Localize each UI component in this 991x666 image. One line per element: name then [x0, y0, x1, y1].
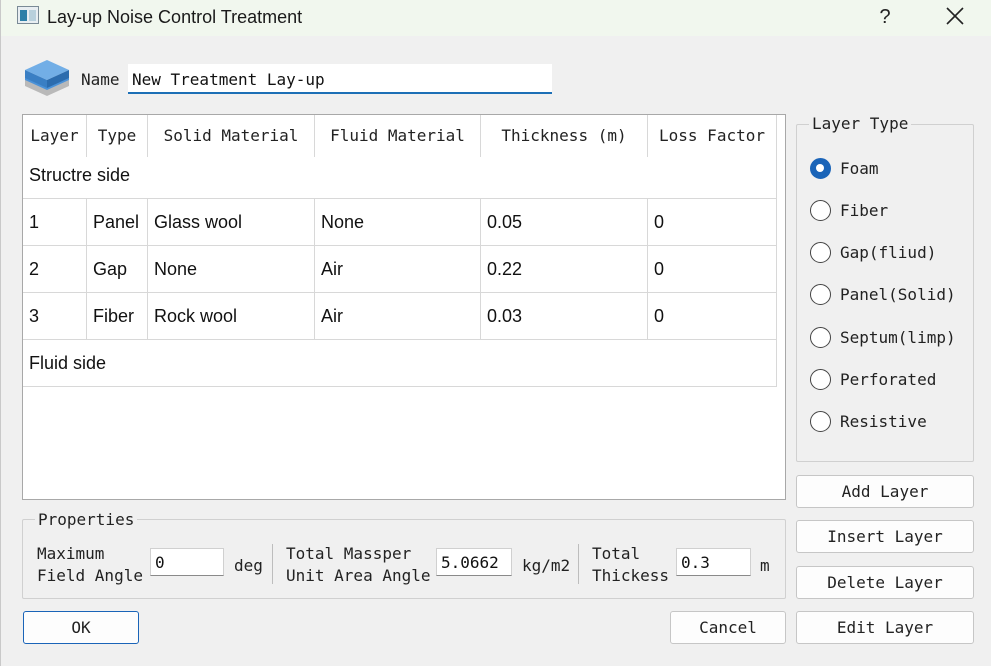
mass-label-line2: Unit Area Angle	[286, 566, 431, 585]
cell-solid-material: None	[148, 246, 315, 292]
help-button[interactable]: ?	[873, 4, 897, 30]
radio-unchecked-icon[interactable]	[810, 369, 831, 390]
header-thickness[interactable]: Thickness (m)	[481, 115, 648, 157]
cell-fluid-material: None	[315, 199, 481, 245]
window-title: Lay-up Noise Control Treatment	[47, 7, 303, 27]
table-row[interactable]: 3 Fiber Rock wool Air 0.03 0	[23, 293, 777, 340]
cell-solid-material: Rock wool	[148, 293, 315, 339]
radio-unchecked-icon[interactable]	[810, 200, 831, 221]
name-label: Name	[81, 70, 120, 89]
cell-fluid-material: Air	[315, 246, 481, 292]
properties-title: Properties	[35, 510, 138, 529]
max-angle-label-line2: Field Angle	[37, 566, 143, 585]
cell-layer: 3	[23, 293, 87, 339]
header-loss-factor[interactable]: Loss Factor	[648, 115, 777, 157]
cell-thickness: 0.05	[481, 199, 648, 245]
radio-unchecked-icon[interactable]	[810, 327, 831, 348]
thickness-label-line1: Total	[592, 544, 641, 563]
fluid-side-label: Fluid side	[23, 340, 777, 386]
cell-layer: 2	[23, 246, 87, 292]
table-row[interactable]: 2 Gap None Air 0.22 0	[23, 246, 777, 293]
cell-thickness: 0.03	[481, 293, 648, 339]
table-row-structure-side[interactable]: Structre side	[23, 152, 777, 199]
cancel-button[interactable]: Cancel	[670, 611, 786, 644]
name-input[interactable]	[128, 64, 552, 94]
mass-input[interactable]	[436, 548, 512, 576]
dialog-window: Lay-up Noise Control Treatment ? Name La…	[0, 0, 991, 666]
table-row-fluid-side[interactable]: Fluid side	[23, 340, 777, 387]
cell-loss-factor: 0	[648, 246, 777, 292]
app-icon	[17, 6, 39, 24]
radio-label: Fiber	[840, 201, 889, 220]
radio-label: Septum(limp)	[840, 328, 956, 347]
radio-label: Panel(Solid)	[840, 285, 956, 304]
layer-type-title: Layer Type	[809, 114, 912, 133]
max-angle-unit: deg	[234, 556, 263, 575]
cell-loss-factor: 0	[648, 199, 777, 245]
radio-label: Foam	[840, 159, 879, 178]
radio-checked-icon[interactable]	[810, 158, 831, 179]
thickness-label-line2: Thickess	[592, 566, 670, 585]
table-row[interactable]: 1 Panel Glass wool None 0.05 0	[23, 199, 777, 246]
close-icon	[946, 7, 964, 25]
cell-solid-material: Glass wool	[148, 199, 315, 245]
cell-layer: 1	[23, 199, 87, 245]
mass-unit: kg/m2	[522, 556, 571, 575]
add-layer-button[interactable]: Add Layer	[796, 475, 974, 508]
header-solid-material[interactable]: Solid Material	[148, 115, 315, 157]
close-button[interactable]	[941, 4, 969, 30]
max-angle-input[interactable]	[150, 548, 224, 576]
radio-label: Perforated	[840, 370, 937, 389]
delete-layer-button[interactable]: Delete Layer	[796, 566, 974, 599]
table-header: Layer Type Solid Material Fluid Material…	[23, 115, 777, 157]
layer-table[interactable]: Layer Type Solid Material Fluid Material…	[22, 114, 786, 500]
header-type[interactable]: Type	[87, 115, 148, 157]
mass-label-line1: Total Massper	[286, 544, 412, 563]
thickness-unit: m	[760, 556, 770, 575]
radio-label: Resistive	[840, 412, 927, 431]
radio-unchecked-icon[interactable]	[810, 411, 831, 432]
separator	[578, 544, 579, 584]
header-layer[interactable]: Layer	[23, 115, 87, 157]
thickness-input[interactable]	[676, 548, 751, 576]
separator	[272, 544, 273, 584]
cell-fluid-material: Air	[315, 293, 481, 339]
cell-type: Panel	[87, 199, 148, 245]
max-angle-label-line1: Maximum	[37, 544, 105, 563]
cell-thickness: 0.22	[481, 246, 648, 292]
radio-unchecked-icon[interactable]	[810, 284, 831, 305]
edit-layer-button[interactable]: Edit Layer	[796, 611, 974, 644]
insert-layer-button[interactable]: Insert Layer	[796, 520, 974, 553]
cell-loss-factor: 0	[648, 293, 777, 339]
radio-unchecked-icon[interactable]	[810, 242, 831, 263]
title-bar: Lay-up Noise Control Treatment ?	[1, 0, 991, 36]
structure-side-label: Structre side	[23, 152, 777, 198]
ok-button[interactable]: OK	[23, 611, 139, 644]
cell-type: Fiber	[87, 293, 148, 339]
cell-type: Gap	[87, 246, 148, 292]
layers-icon	[25, 60, 69, 96]
header-fluid-material[interactable]: Fluid Material	[315, 115, 481, 157]
radio-label: Gap(fliud)	[840, 243, 937, 262]
